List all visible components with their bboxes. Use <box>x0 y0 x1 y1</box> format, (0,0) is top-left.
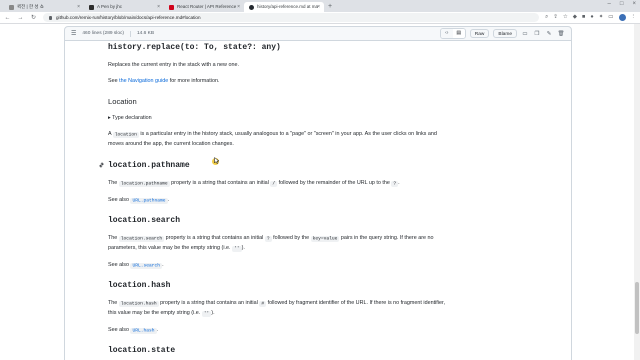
section-heading-location-hash: location.hash <box>108 281 171 290</box>
see-also: See also URL.hash. <box>108 327 159 334</box>
page-scrollbar[interactable] <box>634 24 640 360</box>
tab-3[interactable]: React Router | API Reference × <box>164 2 244 12</box>
menu-icon[interactable]: ⋮ <box>631 14 637 21</box>
favicon-icon <box>9 4 14 10</box>
forward-icon[interactable]: → <box>17 15 24 21</box>
paragraph: The location.search property is a string… <box>108 235 434 242</box>
tab-2[interactable]: A Pen by jhc × <box>84 2 164 12</box>
toolbar-icons: ⌕ ⇪ ☆ ◆ ■ ● ✦ ▭ ⋮ <box>545 14 636 21</box>
file-actions: ‹› ▤ Raw Blame ▭ ❐ ✎ 🗑 <box>439 28 565 39</box>
close-window-icon[interactable]: × <box>632 1 636 7</box>
blame-button[interactable]: Blame <box>493 29 517 38</box>
view-toggle: ‹› ▤ <box>439 28 466 39</box>
section-heading-history-replace: history.replace(to: To, state?: any) <box>108 43 281 52</box>
address-bar[interactable]: github.com/remix-run/history/blob/main/d… <box>43 13 540 22</box>
type-declaration-toggle[interactable]: ▸ Type declaration <box>108 115 152 121</box>
anchor-link-icon[interactable] <box>98 162 105 168</box>
share-icon[interactable]: ⇪ <box>553 14 558 21</box>
favicon-icon <box>169 4 174 10</box>
maximize-icon[interactable]: □ <box>620 1 624 7</box>
mouse-cursor-icon <box>214 157 219 164</box>
edit-pencil-icon[interactable]: ✎ <box>545 31 553 37</box>
extension-icon[interactable]: ■ <box>582 14 585 21</box>
zoom-icon[interactable]: ⌕ <box>545 14 548 21</box>
favicon-icon <box>89 4 94 10</box>
scrollbar-thumb[interactable] <box>635 282 639 334</box>
preview-view-icon[interactable]: ▤ <box>452 29 465 38</box>
paragraph: The location.pathname property is a stri… <box>108 180 400 187</box>
see-also: See also URL.search. <box>108 262 164 269</box>
tab-1[interactable]: 퀵전 | 한 성 쇼 × <box>4 2 84 12</box>
file-size: 14.6 KB <box>137 31 155 36</box>
close-tab-icon[interactable]: × <box>317 2 320 12</box>
browser-tab-strip: 퀵전 | 한 성 쇼 × A Pen by jhc × React Router |… <box>0 0 640 12</box>
bookmark-star-icon[interactable]: ☆ <box>563 14 568 21</box>
divider <box>130 30 131 37</box>
browser-toolbar: ← → ↻ github.com/remix-run/history/blob/… <box>0 12 640 24</box>
tab-label: 퀵전 | 한 성 쇼 <box>17 4 44 9</box>
close-tab-icon[interactable]: × <box>157 2 160 12</box>
paragraph: Replaces the current entry in the stack … <box>108 62 239 68</box>
delete-trash-icon[interactable]: 🗑 <box>557 31 565 37</box>
tab-label: history/api-reference.md at ma <box>257 4 319 9</box>
paragraph: See the Navigation guide for more inform… <box>108 78 220 84</box>
back-icon[interactable]: ← <box>4 15 11 21</box>
section-heading-location: Location <box>108 97 137 106</box>
section-heading-location-search: location.search <box>108 216 181 225</box>
reload-icon[interactable]: ↻ <box>30 14 37 21</box>
tab-label: React Router | API Reference <box>177 4 237 9</box>
desktop-icon[interactable]: ▭ <box>521 31 529 37</box>
paragraph-line: this value may be the empty string (i.e.… <box>108 310 215 317</box>
section-heading-location-pathname: location.pathname <box>108 161 190 170</box>
url-text: github.com/remix-run/history/blob/main/d… <box>56 15 201 20</box>
extension-icon[interactable]: ◆ <box>573 14 577 21</box>
minimize-icon[interactable]: – <box>608 1 611 7</box>
outline-list-icon[interactable]: ☰ <box>71 30 76 37</box>
url-pathname-link[interactable]: URL.pathname <box>130 197 168 204</box>
avatar[interactable] <box>618 14 626 21</box>
url-search-link[interactable]: URL.search <box>130 262 163 269</box>
file-header: ☰ 460 lines (289 sloc) 14.6 KB ‹› ▤ Raw … <box>64 26 572 41</box>
navigation-guide-link[interactable]: the Navigation guide <box>119 78 168 84</box>
lock-icon <box>49 15 52 20</box>
paragraph-line: moves around the app, the current locati… <box>108 141 234 147</box>
raw-button[interactable]: Raw <box>469 29 490 38</box>
tab-4[interactable]: history/api-reference.md at ma × <box>244 2 324 12</box>
github-favicon-icon <box>249 4 254 10</box>
sidebar-icon[interactable]: ▭ <box>608 14 613 21</box>
see-also: See also URL.pathname. <box>108 197 170 204</box>
close-tab-icon[interactable]: × <box>77 2 80 12</box>
close-tab-icon[interactable]: × <box>237 2 240 12</box>
url-hash-link[interactable]: URL.hash <box>130 327 157 334</box>
paragraph: A location is a particular entry in the … <box>108 131 437 138</box>
file-line-count: 460 lines (289 sloc) <box>82 31 124 36</box>
puzzle-icon[interactable]: ✦ <box>599 14 604 21</box>
copy-icon[interactable]: ❐ <box>533 31 541 37</box>
new-tab-icon[interactable]: + <box>328 2 332 12</box>
extension-icon[interactable]: ● <box>590 14 593 21</box>
paragraph: The location.hash property is a string t… <box>108 300 445 307</box>
paragraph-line: parameters, this value may be the empty … <box>108 245 245 252</box>
tab-label: A Pen by jhc <box>97 4 123 9</box>
section-heading-location-state: location.state <box>108 346 176 355</box>
window-controls: – □ × <box>608 1 636 7</box>
markdown-body: history.replace(to: To, state?: any) Rep… <box>64 41 572 360</box>
code-view-icon[interactable]: ‹› <box>440 29 453 38</box>
